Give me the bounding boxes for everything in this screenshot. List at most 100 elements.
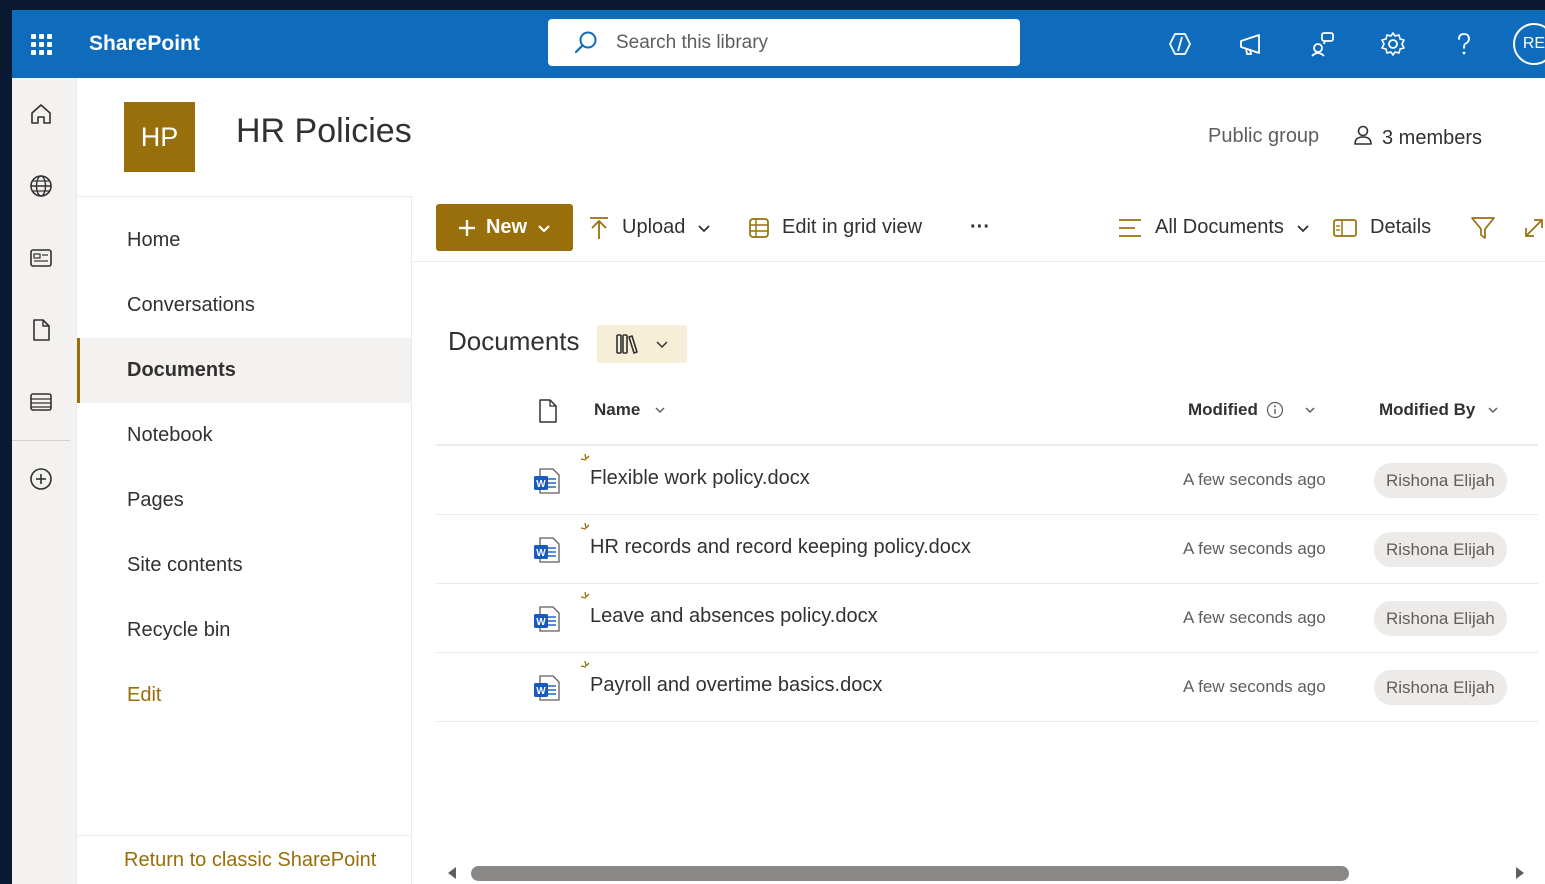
edit-grid-view-label: Edit in grid view (782, 216, 923, 238)
new-item-icon (580, 591, 594, 610)
modified-by-persona[interactable]: Rishona Elijah (1374, 463, 1507, 498)
column-modified-by-label: Modified By (1379, 400, 1476, 419)
chevron-down-icon (698, 224, 711, 232)
details-label: Details (1370, 216, 1432, 238)
horizontal-scrollbar[interactable] (436, 863, 1538, 883)
file-name[interactable]: Leave and absences policy.docx (590, 605, 878, 628)
details-button[interactable]: Details (1332, 204, 1431, 251)
nav-item-site-contents[interactable]: Site contents (77, 533, 411, 598)
waffle-icon[interactable] (12, 10, 70, 78)
upload-button[interactable]: Upload (588, 204, 711, 251)
expand-icon[interactable] (1522, 204, 1545, 251)
command-bar: New Upload Edit in grid view ··· All Doc… (412, 196, 1545, 262)
svg-text:W: W (536, 686, 546, 697)
new-item-icon (580, 453, 594, 472)
column-modified-label: Modified (1188, 400, 1258, 419)
view-selector-label: All Documents (1155, 216, 1284, 238)
new-item-icon (580, 660, 594, 679)
list-icon[interactable] (12, 366, 70, 438)
table-row[interactable]: W Payroll and overtime basics.docx A few… (436, 653, 1538, 722)
chevron-down-icon (1305, 407, 1315, 414)
home-icon[interactable] (12, 78, 70, 150)
suite-bar: SharePoint RE (12, 10, 1545, 78)
details-pane-icon (1333, 218, 1357, 237)
chevron-down-icon (538, 224, 550, 233)
view-lines-icon (1119, 218, 1141, 237)
column-header-name[interactable]: Name (594, 400, 666, 420)
new-button[interactable]: New (436, 204, 573, 251)
nav-item-home[interactable]: Home (77, 208, 411, 273)
chevron-down-icon (655, 407, 665, 414)
search-input[interactable] (616, 31, 996, 54)
site-navigation: Home Conversations Documents Notebook Pa… (77, 196, 412, 884)
gear-icon[interactable] (1357, 10, 1428, 78)
nav-item-pages[interactable]: Pages (77, 468, 411, 533)
table-row[interactable]: W HR records and record keeping policy.d… (436, 515, 1538, 584)
table-row[interactable]: W Leave and absences policy.docx A few s… (436, 584, 1538, 653)
share-feedback-icon[interactable] (1286, 10, 1357, 78)
scroll-left-arrow-icon[interactable] (446, 866, 458, 880)
members-button[interactable]: 3 members (1352, 124, 1482, 152)
library-title: Documents (448, 326, 580, 356)
file-icon[interactable] (12, 294, 70, 366)
app-name[interactable]: SharePoint (89, 32, 200, 56)
group-type-label: Public group (1208, 125, 1320, 147)
plus-icon (458, 219, 475, 236)
nav-item-notebook[interactable]: Notebook (77, 403, 411, 468)
chevron-down-icon (656, 341, 668, 349)
modified-cell: A few seconds ago (1183, 677, 1326, 696)
rail-divider (12, 440, 70, 441)
modified-cell: A few seconds ago (1183, 470, 1326, 489)
new-button-label: New (485, 216, 528, 238)
site-logo[interactable]: HP (124, 102, 195, 172)
announcement-icon[interactable] (1215, 10, 1286, 78)
site-title[interactable]: HR Policies (236, 112, 412, 151)
modified-by-persona[interactable]: Rishona Elijah (1374, 601, 1507, 636)
file-type-icon[interactable] (538, 398, 558, 424)
nav-item-conversations[interactable]: Conversations (77, 273, 411, 338)
news-icon[interactable] (12, 222, 70, 294)
svg-text:W: W (536, 617, 546, 628)
app-rail (12, 78, 77, 884)
view-switcher[interactable] (597, 325, 687, 363)
account-avatar[interactable]: RE (1513, 23, 1545, 65)
table-row[interactable]: W Flexible work policy.docx A few second… (436, 446, 1538, 515)
scrollbar-thumb[interactable] (471, 866, 1349, 881)
file-name[interactable]: HR records and record keeping policy.doc… (590, 536, 971, 559)
word-doc-icon: W (532, 673, 562, 703)
svg-text:W: W (536, 548, 546, 559)
modified-by-persona[interactable]: Rishona Elijah (1374, 670, 1507, 705)
info-icon (1266, 401, 1283, 419)
file-name-cell[interactable]: Payroll and overtime basics.docx (580, 660, 882, 697)
nav-edit-link[interactable]: Edit (77, 663, 411, 728)
word-doc-icon: W (532, 466, 562, 496)
return-to-classic-link[interactable]: Return to classic SharePoint (77, 835, 412, 884)
file-name-cell[interactable]: Flexible work policy.docx (580, 453, 810, 490)
nav-item-documents[interactable]: Documents (77, 338, 411, 403)
file-name[interactable]: Flexible work policy.docx (590, 467, 810, 490)
word-doc-icon: W (532, 535, 562, 565)
chevron-down-icon (1297, 224, 1309, 232)
file-name-cell[interactable]: HR records and record keeping policy.doc… (580, 522, 971, 559)
grid-icon (749, 217, 769, 238)
globe-icon[interactable] (12, 150, 70, 222)
column-header-modified[interactable]: Modified (1188, 400, 1316, 420)
create-icon[interactable] (12, 443, 70, 515)
library-icon (616, 334, 638, 354)
scroll-right-arrow-icon[interactable] (1514, 866, 1526, 880)
file-name-cell[interactable]: Leave and absences policy.docx (580, 591, 878, 628)
chevron-down-icon (1488, 407, 1498, 414)
edit-grid-view-button[interactable]: Edit in grid view (748, 204, 922, 251)
view-selector[interactable]: All Documents (1117, 204, 1310, 251)
modified-by-persona[interactable]: Rishona Elijah (1374, 532, 1507, 567)
copilot-icon[interactable] (1144, 10, 1215, 78)
file-name[interactable]: Payroll and overtime basics.docx (590, 674, 882, 697)
filter-icon[interactable] (1470, 204, 1496, 251)
suite-icon-group: RE (1144, 10, 1545, 78)
search-box[interactable] (548, 19, 1020, 66)
help-icon[interactable] (1428, 10, 1499, 78)
nav-item-recycle-bin[interactable]: Recycle bin (77, 598, 411, 663)
modified-cell: A few seconds ago (1183, 608, 1326, 627)
column-header-modified-by[interactable]: Modified By (1379, 400, 1499, 420)
more-actions-button[interactable]: ··· (970, 204, 990, 251)
